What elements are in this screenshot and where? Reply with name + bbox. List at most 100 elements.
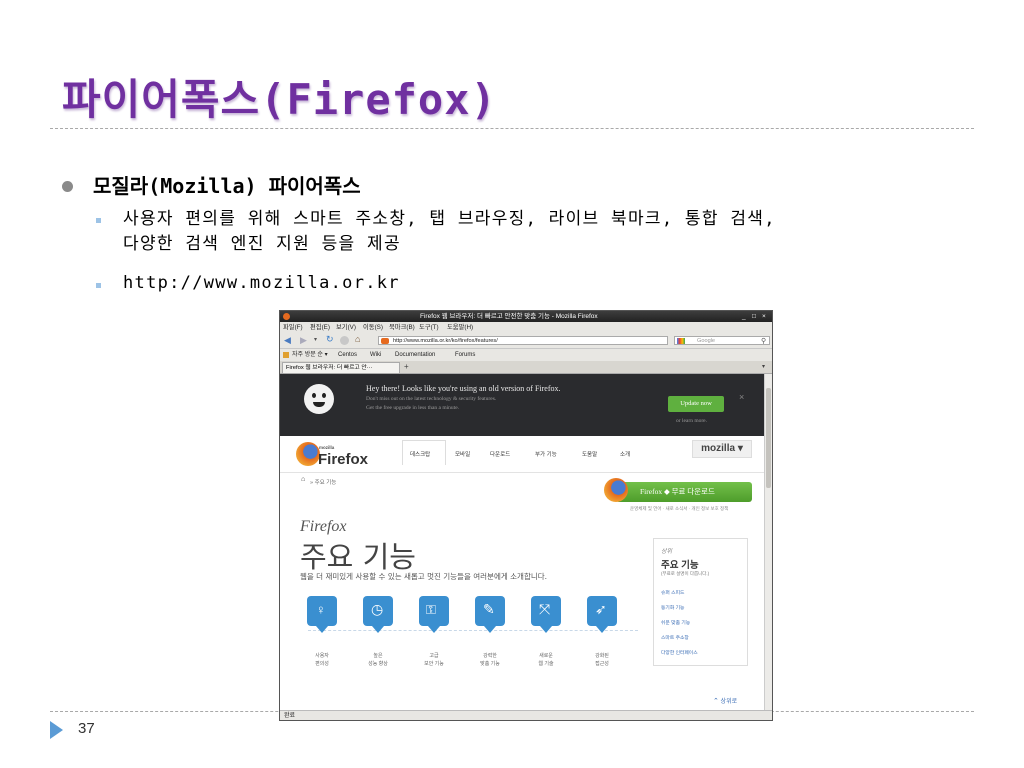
sidebar-title: 주요 기능 <box>661 560 699 571</box>
breadcrumb: » 주요 기능 <box>310 480 337 486</box>
notice-title: Hey there! Looks like you're using an ol… <box>366 384 561 393</box>
download-subtext: 운영체제 및 언어 · 새로 소식서 · 개인 정보 보호 정책 <box>630 506 729 511</box>
search-bar[interactable]: Google ⚲ <box>674 336 770 345</box>
firefox-icon <box>283 313 290 320</box>
window-title: Firefox 웹 브라우저: 더 빠르고 안전한 맞춤 기능 - Mozill… <box>420 313 598 320</box>
nav-desktop[interactable]: 데스크탑 <box>410 450 430 458</box>
site-favicon-icon <box>381 338 389 344</box>
key-icon: ⚿ <box>426 602 436 617</box>
bullet-text: 모질라(Mozilla) 파이어폭스 <box>93 174 361 198</box>
learn-more-link[interactable]: or learn more. <box>676 418 707 424</box>
nav-mobile[interactable]: 모바일 <box>455 450 470 458</box>
bookmark-wiki[interactable]: Wiki <box>370 349 381 361</box>
browser-screenshot: Firefox 웹 브라우저: 더 빠르고 안전한 맞춤 기능 - Mozill… <box>279 310 773 721</box>
url-text: http://www.mozilla.or.kr/ko/firefox/feat… <box>393 338 498 344</box>
feature-label: 새로운 웹 기술 <box>538 653 554 667</box>
feature-sidebar: 상위 주요 기능 (무료로 설명이 다릅니다.) 슈퍼 스피드 동기화 기능 쉬… <box>653 538 748 666</box>
scrollbar-thumb[interactable] <box>766 388 771 488</box>
forward-arrow-icon[interactable]: ▶ <box>300 335 307 346</box>
window-titlebar: Firefox 웹 브라우저: 더 빠르고 안전한 맞춤 기능 - Mozill… <box>280 311 772 322</box>
mascot-icon <box>304 384 334 414</box>
site-header: mozilla Firefox 데스크탑 모바일 다운로드 부가 기능 도움말 … <box>280 436 764 473</box>
close-icon[interactable]: × <box>739 392 744 402</box>
vertical-scrollbar[interactable] <box>764 374 772 710</box>
logo-mozilla-text: mozilla <box>319 445 335 450</box>
menu-go[interactable]: 이동(S) <box>363 322 383 333</box>
status-text: 완료 <box>284 713 296 719</box>
logo-firefox-text[interactable]: Firefox <box>318 451 368 468</box>
menu-tools[interactable]: 도구(T) <box>419 322 439 333</box>
nav-download[interactable]: 다운로드 <box>490 450 510 458</box>
sidebar-link[interactable]: 쉬운 맞춤 기능 <box>661 619 690 626</box>
close-window-button[interactable]: × <box>762 311 766 322</box>
bookmark-most-visited[interactable]: 자주 방문 순 ▾ <box>292 349 328 361</box>
hero-description: 웹을 더 재미있게 사용할 수 있는 새롭고 멋진 기능들을 여러분에게 소개합… <box>300 572 548 581</box>
bookmark-forums[interactable]: Forums <box>455 349 475 361</box>
menu-help[interactable]: 도움말(H) <box>447 322 473 333</box>
notice-subtitle: Don't miss out on the latest technology … <box>366 396 497 402</box>
expand-arrows-icon: ⤧ <box>539 601 551 617</box>
home-icon[interactable]: ⌂ <box>355 334 360 344</box>
sub-bullet-marker <box>96 218 101 223</box>
sidebar-note: (무료로 설명이 다릅니다.) <box>661 571 710 576</box>
sidebar-link[interactable]: 다양한 인터페이스 <box>661 649 698 656</box>
sub-bullet-marker <box>96 283 101 288</box>
mozilla-tab[interactable]: mozilla ▾ <box>692 440 752 458</box>
feature-pin-tail <box>596 626 608 633</box>
menu-bar: 파일(F) 편집(E) 보기(V) 이동(S) 북마크(B) 도구(T) 도움말… <box>280 322 772 333</box>
feature-label: 사용자 편의성 <box>315 653 329 667</box>
url-text: http://www.mozilla.or.kr <box>123 273 400 293</box>
page-number: 37 <box>78 720 95 737</box>
minimize-button[interactable]: _ <box>742 311 746 322</box>
pencil-icon: ✎ <box>483 601 495 617</box>
bookmark-documentation[interactable]: Documentation <box>395 349 435 361</box>
sub-bullet-text-line1: 사용자 편의를 위해 스마트 주소창, 탭 브라우징, 라이브 북마크, 통합 … <box>123 209 776 229</box>
nav-addons[interactable]: 부가 기능 <box>535 450 557 458</box>
navigation-toolbar: ◀ ▶ ▾ ↻ ⌂ http://www.mozilla.or.kr/ko/fi… <box>280 333 772 349</box>
hero-title: 주요 기능 <box>300 540 416 574</box>
sidebar-link[interactable]: 동기화 기능 <box>661 604 684 611</box>
url-bar[interactable]: http://www.mozilla.or.kr/ko/firefox/feat… <box>378 336 668 345</box>
status-bar: 완료 <box>280 710 772 720</box>
update-now-button[interactable]: Update now <box>668 396 724 412</box>
nav-about[interactable]: 소개 <box>620 450 630 458</box>
feature-label: 고급 보안 기능 <box>424 653 444 667</box>
page-arrow-icon <box>50 721 63 739</box>
title-divider <box>50 128 974 129</box>
slide-title: 파이어폭스(Firefox) <box>62 75 497 124</box>
feature-pin-tail <box>316 626 328 633</box>
notice-subtitle-2: Get the free upgrade in less than a minu… <box>366 405 460 411</box>
history-dropdown-icon[interactable]: ▾ <box>314 336 317 343</box>
new-tab-button[interactable]: + <box>404 362 409 371</box>
firefox-logo-icon[interactable] <box>296 442 320 466</box>
tab-firefox-features[interactable]: Firefox 웹 브라우저: 더 빠르고 안··· <box>282 362 400 373</box>
stop-icon[interactable] <box>340 336 349 345</box>
sidebar-link[interactable]: 스마트 주소창 <box>661 634 689 641</box>
tab-bar: Firefox 웹 브라우저: 더 빠르고 안··· + ▾ <box>280 361 772 374</box>
google-engine-icon[interactable] <box>677 338 685 344</box>
feature-label: 강력한 맞춤 기능 <box>480 653 500 667</box>
firefox-logo-icon <box>604 478 628 502</box>
back-arrow-icon[interactable]: ◀ <box>284 335 291 346</box>
bookmark-centos[interactable]: Centos <box>338 349 357 361</box>
feature-pin-tail <box>484 626 496 633</box>
menu-view[interactable]: 보기(V) <box>336 322 356 333</box>
nav-help[interactable]: 도움말 <box>582 450 597 458</box>
scroll-to-top-link[interactable]: ⌃ 상위로 <box>713 696 737 705</box>
menu-file[interactable]: 파일(F) <box>283 322 303 333</box>
reload-icon[interactable]: ↻ <box>326 334 334 345</box>
search-placeholder: Google <box>697 338 716 344</box>
home-icon[interactable]: ⌂ <box>301 476 305 483</box>
sub-bullet-text-line2: 다양한 검색 엔진 지원 등을 제공 <box>123 234 401 254</box>
feature-pin-tail <box>372 626 384 633</box>
download-button[interactable]: Firefox ◆ 무료 다운로드 <box>616 482 752 502</box>
rocket-icon: ➶ <box>595 601 607 617</box>
menu-edit[interactable]: 편집(E) <box>310 322 330 333</box>
sidebar-link[interactable]: 슈퍼 스피드 <box>661 589 684 596</box>
page-viewport: Hey there! Looks like you're using an ol… <box>280 374 764 710</box>
menu-bookmarks[interactable]: 북마크(B) <box>389 322 415 333</box>
tab-list-chevron-down-icon[interactable]: ▾ <box>762 363 765 370</box>
search-icon[interactable]: ⚲ <box>761 337 766 346</box>
tab-label: Firefox 웹 브라우저: 더 빠르고 안··· <box>286 365 373 371</box>
maximize-button[interactable]: □ <box>752 311 756 322</box>
